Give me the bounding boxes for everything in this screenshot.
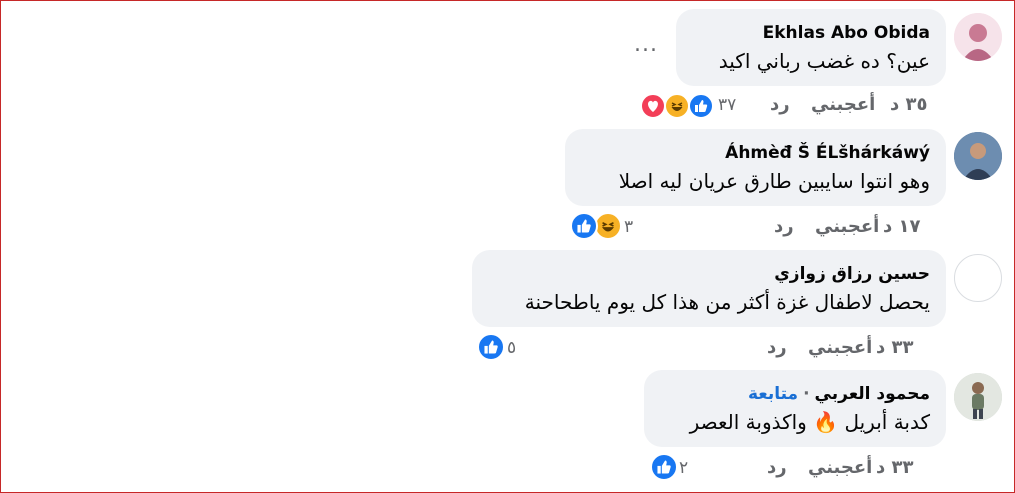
comment-time[interactable]: ١٧ د — [883, 216, 921, 237]
avatar[interactable] — [954, 13, 1002, 61]
avatar[interactable] — [954, 254, 1002, 302]
comment-author[interactable]: حسين رزاق زوازي — [488, 261, 930, 287]
follow-button[interactable]: متابعة — [748, 384, 798, 404]
comment-time[interactable]: ٣٥ د — [890, 94, 928, 115]
haha-reaction-icon[interactable] — [664, 93, 690, 119]
like-button[interactable]: أعجبني — [808, 457, 872, 478]
reaction-count[interactable]: ٣٧ — [718, 95, 736, 115]
reaction-count[interactable]: ٣ — [624, 217, 633, 237]
more-options-icon[interactable]: ... — [634, 32, 658, 57]
like-button[interactable]: أعجبني — [811, 94, 875, 115]
separator-dot: · — [803, 384, 810, 404]
comment-author-line: محمود العربي·متابعة — [660, 381, 930, 407]
comment-bubble: Ekhlas Abo Obida عين؟ ده غضب رباني اكيد — [676, 9, 946, 86]
reaction-count[interactable]: ٢ — [679, 458, 688, 478]
comment-text: يحصل لاطفال غزة أكثر من هذا كل يوم ياطحا… — [524, 290, 930, 314]
comment-bubble: Áhmèđ Š ÉLšhárkáwý وهو انتوا سايبين طارق… — [565, 129, 946, 206]
comment-author[interactable]: Ekhlas Abo Obida — [692, 20, 930, 46]
comment-bubble: محمود العربي·متابعة كدبة أبريل 🔥 واكذوبة… — [644, 370, 946, 447]
comment-text: كدبة أبريل 🔥 واكذوبة العصر — [689, 410, 930, 434]
comment-time[interactable]: ٣٣ د — [876, 457, 914, 478]
comment-text: عين؟ ده غضب رباني اكيد — [718, 49, 930, 73]
like-reaction-icon[interactable] — [477, 333, 505, 361]
like-button[interactable]: أعجبني — [808, 337, 872, 358]
reaction-count[interactable]: ٥ — [507, 338, 516, 358]
reply-button[interactable]: رد — [770, 94, 790, 115]
like-reaction-icon[interactable] — [688, 93, 714, 119]
comment-time[interactable]: ٣٣ د — [876, 337, 914, 358]
like-button[interactable]: أعجبني — [815, 216, 879, 237]
like-reaction-icon[interactable] — [570, 212, 598, 240]
haha-reaction-icon[interactable] — [594, 212, 622, 240]
love-reaction-icon[interactable] — [640, 93, 666, 119]
reply-button[interactable]: رد — [774, 216, 794, 237]
comment-bubble: حسين رزاق زوازي يحصل لاطفال غزة أكثر من … — [472, 250, 946, 327]
comment-text: وهو انتوا سايبين طارق عريان ليه اصلا — [618, 169, 930, 193]
reply-button[interactable]: رد — [767, 457, 787, 478]
comment-author[interactable]: محمود العربي — [815, 384, 930, 404]
reply-button[interactable]: رد — [767, 337, 787, 358]
like-reaction-icon[interactable] — [650, 453, 678, 481]
comment-author[interactable]: Áhmèđ Š ÉLšhárkáwý — [581, 140, 930, 166]
avatar[interactable] — [954, 132, 1002, 180]
avatar[interactable] — [954, 373, 1002, 421]
